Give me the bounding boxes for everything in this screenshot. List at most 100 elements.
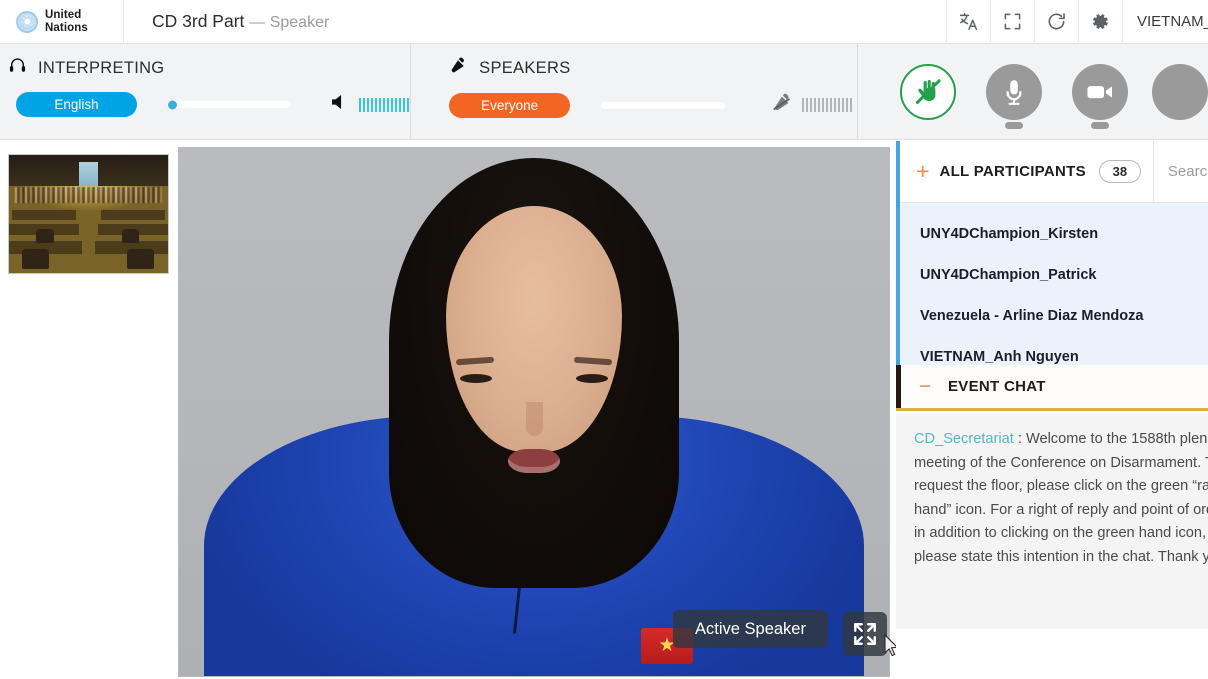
more-button[interactable] bbox=[1152, 63, 1208, 120]
speakers-controls: Everyone bbox=[449, 92, 857, 118]
microphone-muted-icon bbox=[771, 92, 794, 118]
event-title-text: CD 3rd Part bbox=[152, 11, 245, 31]
add-participant-icon[interactable]: + bbox=[916, 160, 929, 183]
gear-icon[interactable] bbox=[1078, 0, 1122, 44]
headphones-icon bbox=[8, 56, 27, 80]
chat-message: CD_Secretariat : Welcome to the 1588th p… bbox=[914, 428, 1208, 569]
un-logo-line-2: Nations bbox=[45, 21, 88, 34]
status-badge: Active Speaker bbox=[673, 610, 828, 648]
level-meter-bar bbox=[802, 98, 805, 112]
level-meter-bar bbox=[814, 98, 817, 112]
level-meter-bar bbox=[842, 98, 845, 112]
thumbnail-chair bbox=[126, 249, 154, 270]
expand-arrows-icon[interactable] bbox=[843, 612, 887, 656]
chat-message-sender: CD_Secretariat bbox=[914, 431, 1014, 447]
page-title: CD 3rd Part — Speaker bbox=[152, 11, 329, 32]
video-speaker-eye bbox=[460, 374, 492, 383]
level-meter-bar bbox=[407, 97, 409, 112]
event-title-subtitle: — Speaker bbox=[249, 14, 330, 31]
level-meter-bar bbox=[850, 98, 853, 112]
interpreting-volume-slider[interactable] bbox=[167, 100, 291, 109]
level-meter-bar bbox=[359, 97, 361, 112]
interpreting-section: INTERPRETING English bbox=[0, 44, 410, 139]
interpreting-volume-knob[interactable] bbox=[168, 100, 177, 109]
level-meter-bar bbox=[363, 97, 365, 112]
interpreting-controls: English bbox=[8, 92, 410, 117]
video-speaker-mouth bbox=[508, 449, 560, 473]
video-speaker-face bbox=[446, 206, 622, 473]
list-item[interactable]: UNY4DChampion_Patrick bbox=[900, 254, 1208, 295]
list-item[interactable]: UNY4DChampion_Kirsten bbox=[900, 213, 1208, 254]
translate-icon[interactable] bbox=[946, 0, 990, 44]
camera-button[interactable] bbox=[1072, 63, 1128, 129]
interpreting-level-meter bbox=[359, 97, 409, 112]
video-speaker-eyebrow bbox=[455, 356, 495, 366]
event-chat-header[interactable]: − EVENT CHAT bbox=[896, 365, 1208, 411]
un-logo-line-1: United bbox=[45, 9, 82, 21]
event-chat-messages: CD_Secretariat : Welcome to the 1588th p… bbox=[896, 414, 1208, 629]
current-user-name[interactable]: VIETNAM_A bbox=[1122, 0, 1208, 44]
level-meter-bar bbox=[371, 97, 373, 112]
un-logo-text: United Nations bbox=[45, 9, 88, 34]
speaker-icon bbox=[328, 92, 350, 117]
thumbnail-chair bbox=[36, 229, 54, 244]
thumbnail-desk-row bbox=[101, 209, 165, 220]
participants-header: + ALL PARTICIPANTS 38 bbox=[900, 141, 1208, 203]
level-meter-bar bbox=[826, 98, 829, 112]
thumbnail-desk-row bbox=[12, 209, 76, 220]
speakers-volume-slider[interactable] bbox=[601, 101, 726, 109]
level-meter-bar bbox=[383, 97, 385, 112]
interpreting-language-button[interactable]: English bbox=[16, 92, 137, 117]
participants-count-badge: 38 bbox=[1098, 160, 1141, 183]
top-bar: United Nations CD 3rd Part — Speaker VIE… bbox=[0, 0, 1208, 44]
search-input[interactable] bbox=[1167, 163, 1208, 180]
fullscreen-icon[interactable] bbox=[990, 0, 1034, 44]
control-bar: INTERPRETING English SPEAKERS Everyone bbox=[0, 44, 1208, 140]
un-emblem-icon bbox=[16, 10, 38, 33]
speakers-target-button[interactable]: Everyone bbox=[449, 92, 571, 118]
chat-message-separator: : bbox=[1013, 431, 1026, 447]
video-speaker-eyebrow bbox=[573, 356, 613, 366]
interpreting-label: INTERPRETING bbox=[38, 58, 165, 77]
level-meter-bar bbox=[375, 97, 377, 112]
meeting-action-buttons bbox=[857, 44, 1208, 139]
list-item[interactable]: Venezuela - Arline Diaz Mendoza bbox=[900, 295, 1208, 336]
thumbnail-delegates bbox=[15, 186, 162, 204]
level-meter-bar bbox=[810, 98, 813, 112]
level-meter-bar bbox=[387, 97, 389, 112]
raise-hand-button[interactable] bbox=[900, 63, 956, 120]
microphone-button[interactable] bbox=[986, 63, 1042, 129]
level-meter-bar bbox=[838, 98, 841, 112]
level-meter-bar bbox=[403, 97, 405, 112]
level-meter-bar bbox=[830, 98, 833, 112]
level-meter-bar bbox=[846, 98, 849, 112]
level-meter-bar bbox=[806, 98, 809, 112]
participants-search-box[interactable] bbox=[1152, 141, 1208, 203]
level-meter-bar bbox=[367, 97, 369, 112]
camera-button-stem bbox=[1091, 121, 1109, 129]
level-meter-bar bbox=[391, 97, 393, 112]
right-side-panel: + ALL PARTICIPANTS 38 UNY4DChampion_Kirs… bbox=[896, 141, 1208, 679]
level-meter-bar bbox=[399, 97, 401, 112]
interpreting-header: INTERPRETING bbox=[8, 56, 410, 80]
microphone-button-stem bbox=[1005, 121, 1023, 129]
chat-message-text: Welcome to the 1588th plenary meeting of… bbox=[914, 431, 1208, 565]
speakers-label: SPEAKERS bbox=[479, 58, 571, 77]
un-logo: United Nations bbox=[0, 0, 124, 44]
level-meter-bar bbox=[379, 97, 381, 112]
level-meter-bar bbox=[395, 97, 397, 112]
video-stage: Active Speaker bbox=[0, 141, 899, 679]
participants-list: UNY4DChampion_Kirsten UNY4DChampion_Patr… bbox=[900, 203, 1208, 365]
event-chat-title: EVENT CHAT bbox=[948, 378, 1046, 395]
video-speaker-nose bbox=[526, 402, 543, 436]
level-meter-bar bbox=[822, 98, 825, 112]
collapse-chat-icon[interactable]: − bbox=[912, 376, 938, 397]
thumbnail-chair bbox=[121, 229, 140, 244]
speakers-level-meter bbox=[802, 98, 853, 112]
participants-title: ALL PARTICIPANTS bbox=[939, 163, 1086, 180]
level-meter-bar bbox=[818, 98, 821, 112]
conference-hall-thumbnail[interactable] bbox=[8, 154, 169, 274]
speakers-header: SPEAKERS bbox=[449, 56, 857, 80]
active-speaker-video[interactable]: Active Speaker bbox=[178, 147, 890, 677]
refresh-icon[interactable] bbox=[1034, 0, 1078, 44]
